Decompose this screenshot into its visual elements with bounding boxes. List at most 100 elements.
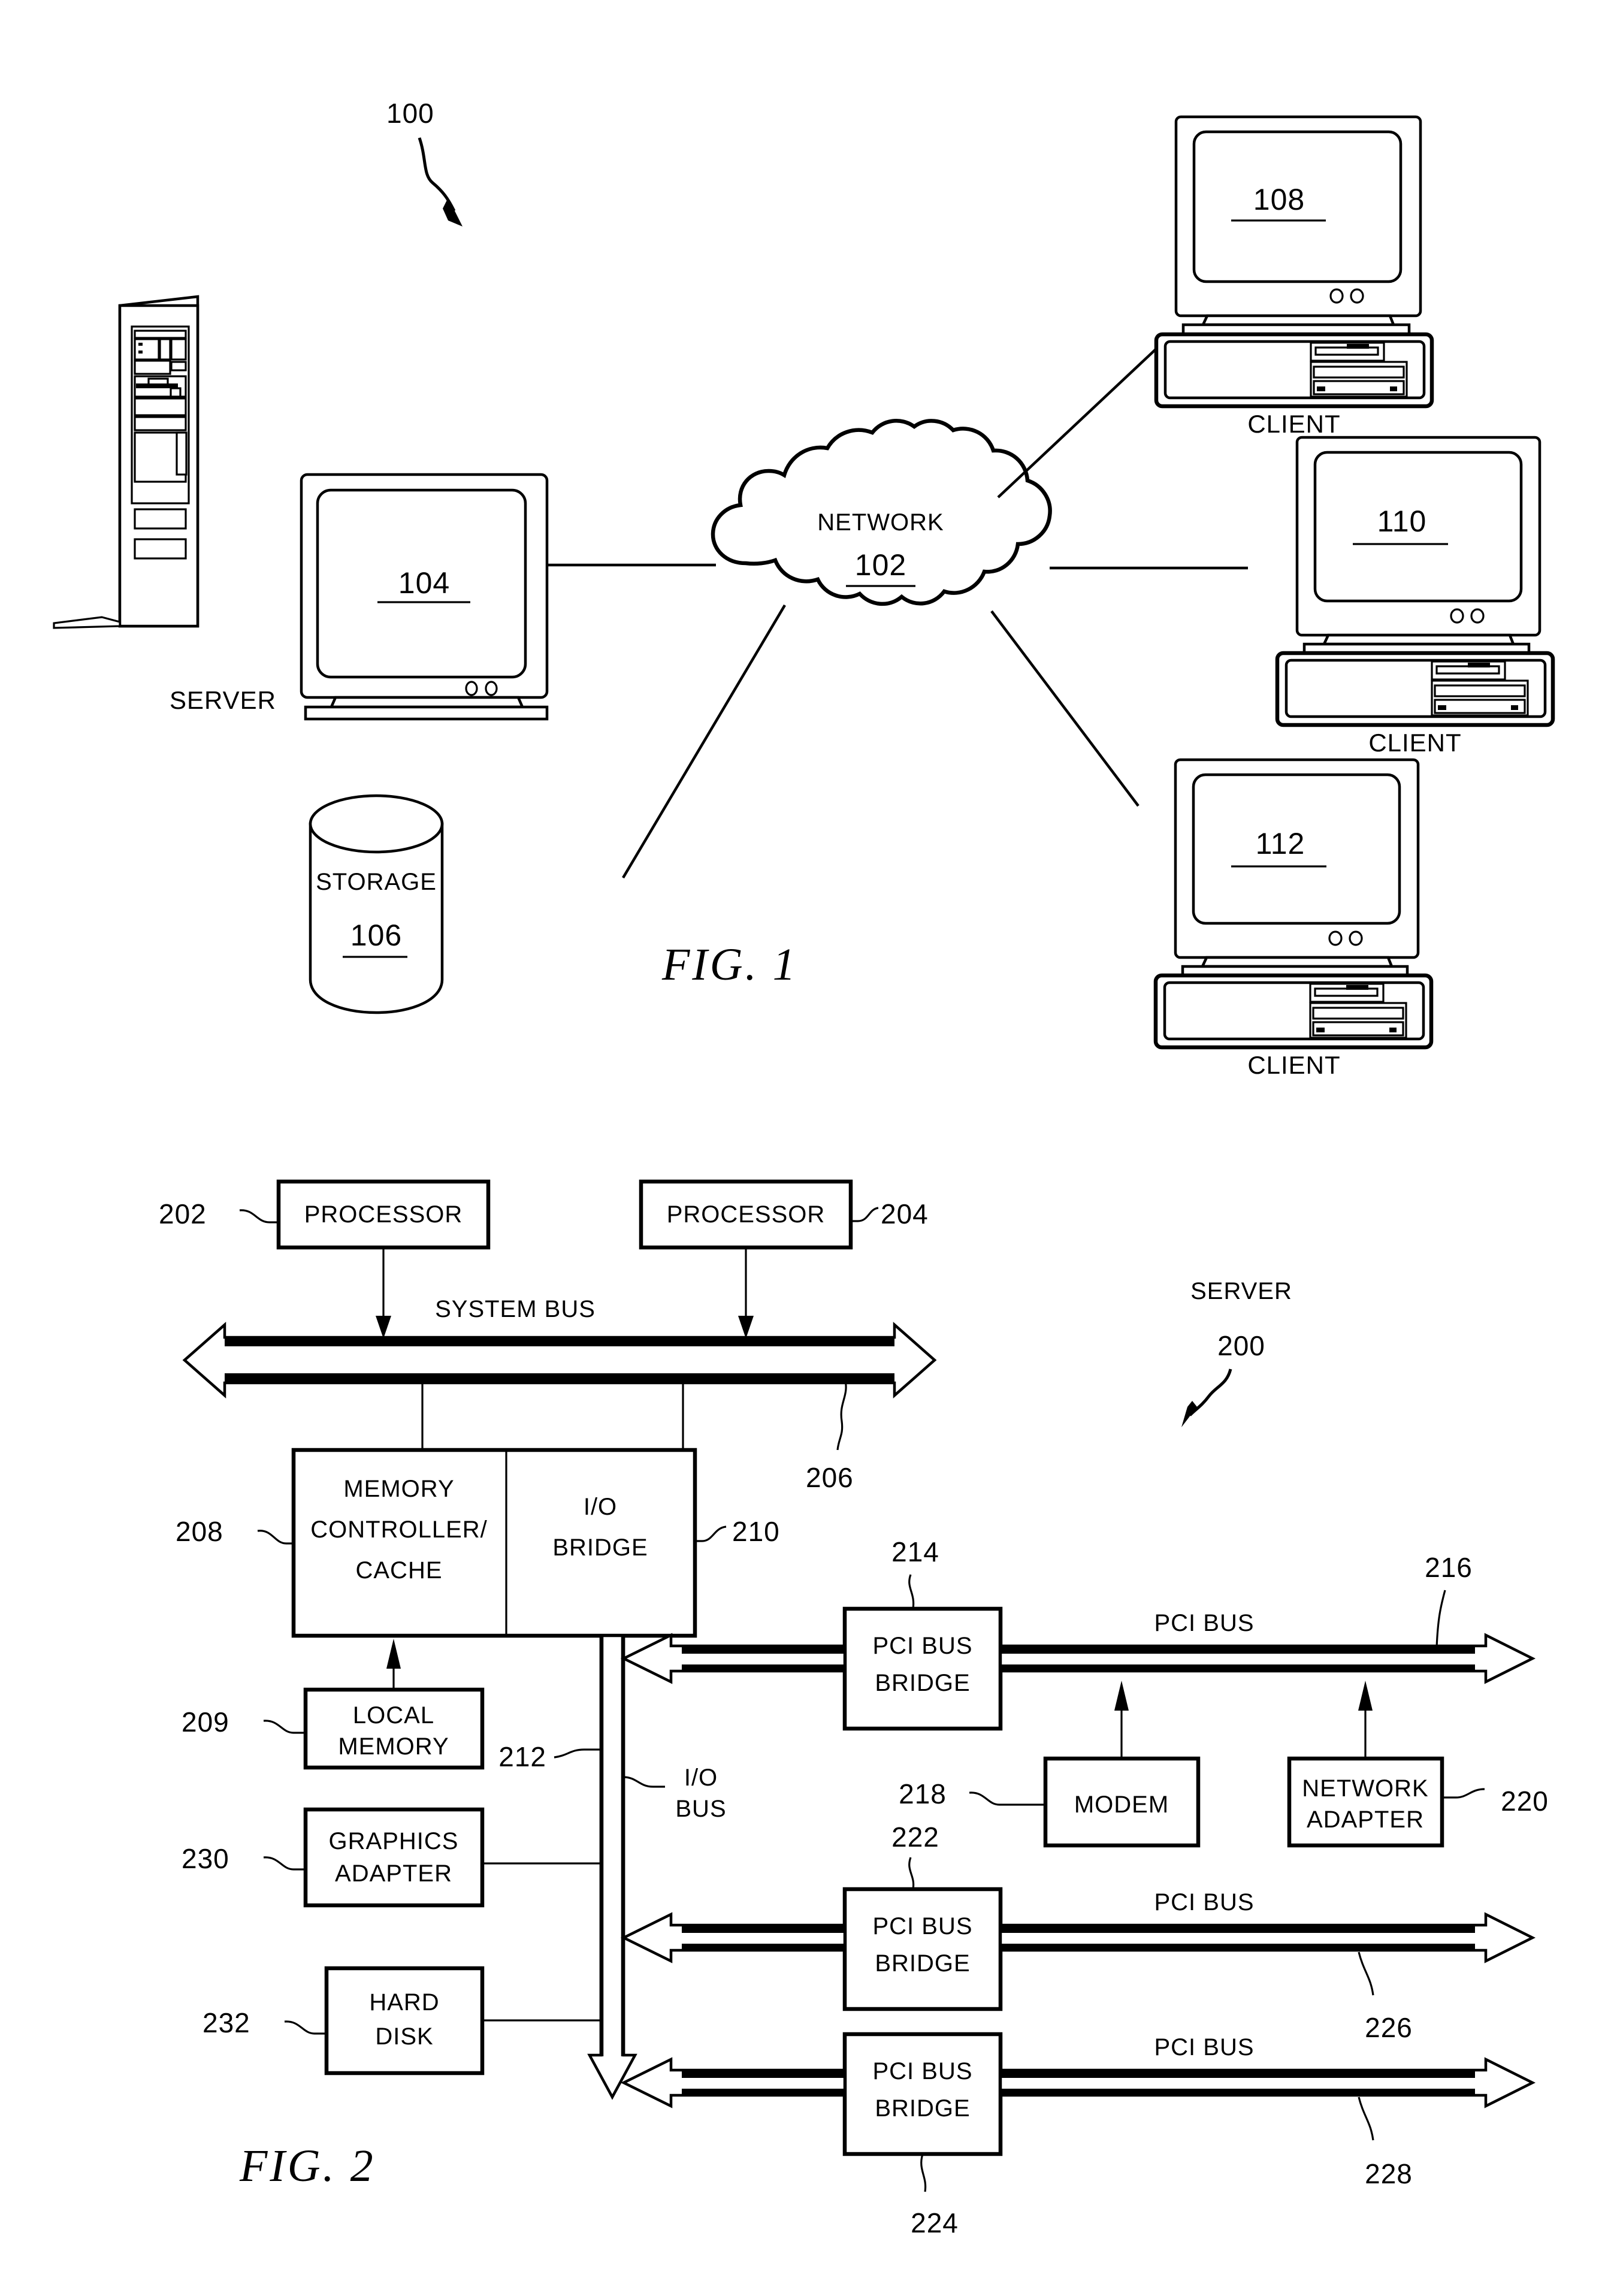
pci-bridge-224-line1: PCI BUS [872, 2058, 972, 2084]
modem-ref: 218 [899, 1778, 947, 1809]
network-adapter-ref-leader: 220 [1442, 1786, 1549, 1817]
client-110: 110 CLIENT [1275, 436, 1555, 757]
graphics-adapter-block: GRAPHICS ADAPTER [303, 1807, 602, 1908]
pci-bridge-222-to-io-bus-arrow [620, 1912, 847, 1963]
local-memory-arrow [386, 1639, 401, 1690]
pci-bus-bridge-214-block: PCI BUS BRIDGE [842, 1606, 1003, 1731]
pci-bridge-222-ref-leader: 222 [891, 1821, 939, 1890]
pci-bridge-222-line1: PCI BUS [872, 1913, 972, 1939]
client-110-caption: CLIENT [1368, 729, 1461, 757]
pci-bus-226-ref: 226 [1365, 2012, 1413, 2043]
local-memory-ref: 209 [182, 1706, 229, 1738]
graphics-adapter-line1: GRAPHICS [329, 1828, 459, 1854]
patent-figure-sheet: 104 SERVER NETWORK 102 STORAGE 106 108 C… [0, 0, 1614, 2296]
network-adapter-ref: 220 [1501, 1786, 1549, 1817]
local-memory-line1: LOCAL [353, 1702, 434, 1729]
pci-bus-216-ref: 216 [1425, 1552, 1473, 1583]
client-112: 112 CLIENT [1153, 758, 1434, 1079]
processor-202-bus-arrow [376, 1247, 391, 1339]
processor-204-label: PROCESSOR [667, 1201, 826, 1228]
pci-bridge-214-line2: BRIDGE [875, 1670, 970, 1696]
server-monitor-104: 104 [300, 473, 549, 721]
network-ref: 102 [855, 548, 906, 582]
client-112-ref: 112 [1256, 827, 1305, 860]
processor-204-block: PROCESSOR [639, 1179, 853, 1250]
io-bridge-line1: I/O [584, 1494, 617, 1520]
server-monitor-ref: 104 [398, 566, 450, 600]
system-bus-ref: 206 [806, 1462, 854, 1493]
modem-block: MODEM [1043, 1756, 1201, 1848]
io-bus-arrow [587, 1634, 637, 2100]
hard-disk-block: HARD DISK [324, 1966, 602, 2076]
client-108-caption: CLIENT [1247, 410, 1340, 438]
pci-bridge-214-line1: PCI BUS [872, 1633, 972, 1659]
local-memory-line2: MEMORY [338, 1733, 449, 1760]
storage-ref: 106 [350, 919, 402, 952]
network-cloud-icon: NETWORK 102 [711, 419, 1052, 606]
io-bus-label-leader: I/O BUS [623, 1765, 726, 1822]
figure-1-caption: FIG. 1 [661, 939, 798, 990]
network-adapter-to-bus-arrow [1358, 1681, 1373, 1759]
link-network-client112 [990, 610, 1140, 807]
processor-204-bus-arrow [738, 1247, 754, 1339]
system-100-ref: 100 [386, 98, 434, 129]
server-tower-icon [53, 295, 200, 629]
server-caption: SERVER [170, 686, 276, 714]
io-bridge-line2: BRIDGE [552, 1534, 648, 1561]
processor-202-ref-leader: 202 [159, 1198, 279, 1229]
client-112-caption: CLIENT [1247, 1051, 1340, 1079]
pci-bus-228-ref: 228 [1365, 2158, 1413, 2189]
link-network-storage [622, 604, 786, 879]
memory-controller-ref-leader: 208 [176, 1516, 294, 1547]
local-memory-block: LOCAL MEMORY [303, 1687, 485, 1770]
pci-bus-226-label: PCI BUS [1154, 1889, 1254, 1916]
local-memory-ref-leader: 209 [182, 1706, 306, 1738]
pci-bridge-224-line2: BRIDGE [875, 2095, 970, 2122]
server-200-title: SERVER [1190, 1278, 1292, 1304]
pci-bus-216-label: PCI BUS [1154, 1610, 1254, 1636]
network-adapter-block: NETWORK ADAPTER [1287, 1756, 1444, 1848]
pci-bus-216-ref-leader: 216 [1425, 1552, 1473, 1648]
pci-bus-228-arrow: PCI BUS [999, 2034, 1536, 2108]
pci-bridge-214-ref: 214 [891, 1536, 939, 1567]
figure-2-caption: FIG. 2 [239, 2141, 376, 2191]
io-bus-ref-leader: 212 [498, 1741, 601, 1772]
hard-disk-ref: 232 [202, 2007, 250, 2038]
pci-bus-226-arrow: PCI BUS [999, 1889, 1536, 1963]
io-bus-ref: 212 [498, 1741, 546, 1772]
system-100-callout [418, 137, 463, 226]
pci-bridge-214-ref-leader: 214 [891, 1536, 939, 1609]
io-bridge-ref-leader: 210 [695, 1516, 779, 1547]
hard-disk-line2: DISK [375, 2023, 433, 2050]
modem-label: MODEM [1074, 1792, 1169, 1818]
memory-controller-io-bridge-block: MEMORY CONTROLLER/ CACHE I/O BRIDGE [291, 1448, 697, 1638]
figure-1-and-2-drawing: 104 SERVER NETWORK 102 STORAGE 106 108 C… [53, 98, 1555, 2238]
hard-disk-ref-leader: 232 [202, 2007, 327, 2038]
system-bus-label: SYSTEM BUS [435, 1296, 596, 1322]
network-adapter-line1: NETWORK [1302, 1775, 1428, 1802]
pci-bus-228-label: PCI BUS [1154, 2034, 1254, 2061]
pci-bus-226-ref-leader: 226 [1358, 1951, 1413, 2043]
pci-bus-228-ref-leader: 228 [1358, 2096, 1413, 2189]
pci-bridge-224-ref-leader: 224 [911, 2153, 959, 2238]
modem-ref-leader: 218 [899, 1778, 1045, 1809]
client-108-ref: 108 [1253, 183, 1305, 216]
processor-202-ref: 202 [159, 1198, 207, 1229]
link-network-client108 [997, 339, 1166, 499]
network-label: NETWORK [817, 509, 944, 536]
pci-bridge-222-line2: BRIDGE [875, 1950, 970, 1977]
graphics-adapter-line2: ADAPTER [335, 1860, 452, 1887]
pci-bus-bridge-224-block: PCI BUS BRIDGE [842, 2032, 1003, 2156]
pci-bridge-222-ref: 222 [891, 1821, 939, 1853]
server-200-callout: SERVER 200 [1181, 1278, 1292, 1427]
graphics-adapter-ref: 230 [182, 1843, 229, 1874]
processor-204-ref-leader: 204 [851, 1198, 929, 1229]
pci-bridge-224-ref: 224 [911, 2207, 959, 2238]
graphics-adapter-ref-leader: 230 [182, 1843, 306, 1874]
processor-204-ref: 204 [881, 1198, 929, 1229]
client-108: 108 CLIENT [1154, 115, 1434, 438]
pci-bridge-214-to-io-bus-arrow [620, 1633, 847, 1684]
processor-202-block: PROCESSOR [276, 1179, 491, 1250]
memory-controller-line1: MEMORY [343, 1476, 454, 1502]
client-110-ref: 110 [1377, 504, 1427, 538]
